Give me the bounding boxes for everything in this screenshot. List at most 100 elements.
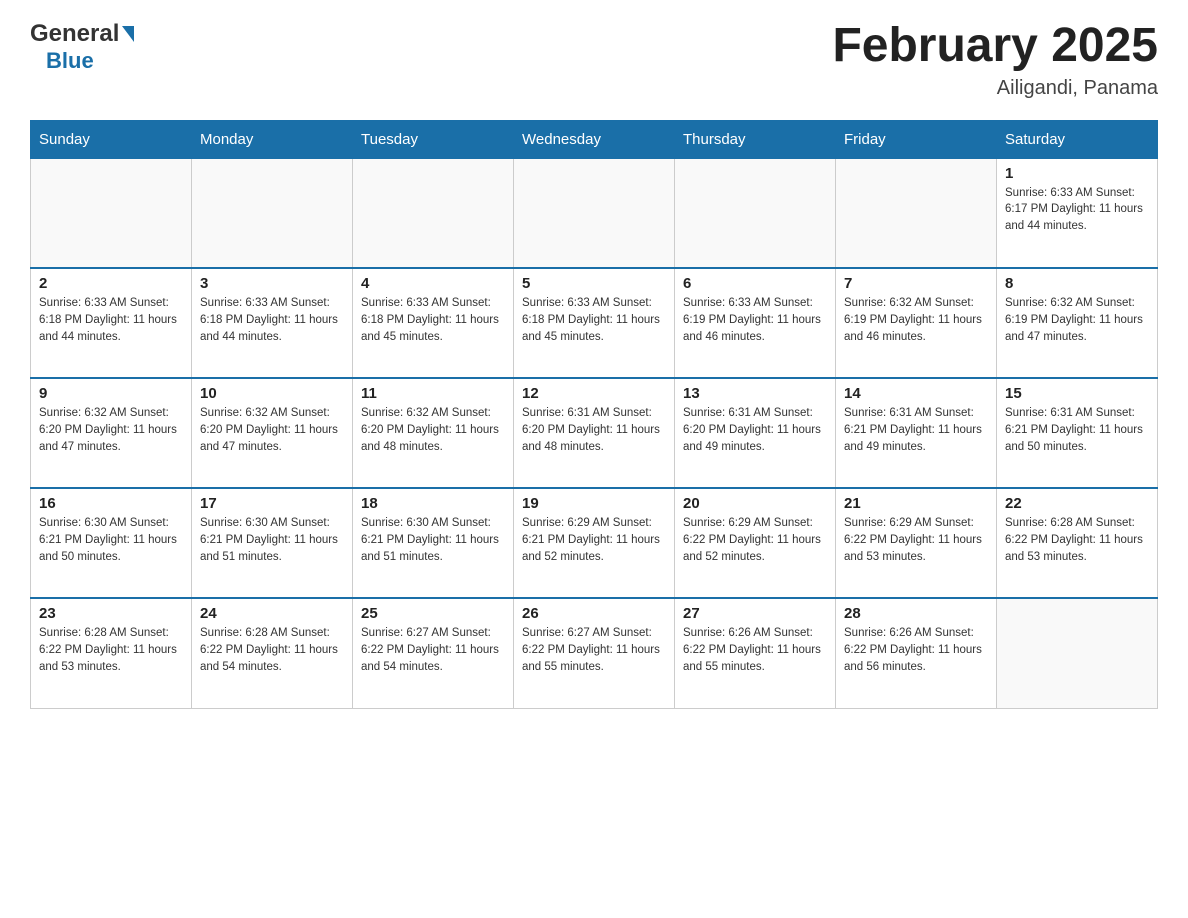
day-number: 2 bbox=[39, 275, 183, 292]
week-row-2: 2 Sunrise: 6:33 AM Sunset: 6:18 PM Daylig… bbox=[31, 268, 1158, 378]
days-of-week-row: SundayMondayTuesdayWednesdayThursdayFrid… bbox=[31, 120, 1158, 158]
calendar-cell: 21 Sunrise: 6:29 AM Sunset: 6:22 PM Dayli… bbox=[836, 488, 997, 598]
calendar-cell: 9 Sunrise: 6:32 AM Sunset: 6:20 PM Daylig… bbox=[31, 378, 192, 488]
calendar-cell: 4 Sunrise: 6:33 AM Sunset: 6:18 PM Daylig… bbox=[353, 268, 514, 378]
weekday-header-monday: Monday bbox=[192, 120, 353, 158]
day-info: Sunrise: 6:31 AM Sunset: 6:21 PM Dayligh… bbox=[1005, 405, 1149, 455]
day-number: 21 bbox=[844, 495, 988, 512]
day-number: 25 bbox=[361, 605, 505, 622]
calendar-cell: 20Sunrise: 6:29 AM Sunset: 6:22 PM Dayli… bbox=[675, 488, 836, 598]
day-number: 17 bbox=[200, 495, 344, 512]
day-info: Sunrise: 6:29 AM Sunset: 6:22 PM Dayligh… bbox=[844, 515, 988, 565]
day-info: Sunrise: 6:26 AM Sunset: 6:22 PM Dayligh… bbox=[844, 625, 988, 675]
week-row-3: 9 Sunrise: 6:32 AM Sunset: 6:20 PM Daylig… bbox=[31, 378, 1158, 488]
calendar-cell: 17 Sunrise: 6:30 AM Sunset: 6:21 PM Dayli… bbox=[192, 488, 353, 598]
day-info: Sunrise: 6:33 AM Sunset: 6:18 PM Dayligh… bbox=[361, 295, 505, 345]
calendar-cell: 8 Sunrise: 6:32 AM Sunset: 6:19 PM Daylig… bbox=[997, 268, 1158, 378]
day-number: 18 bbox=[361, 495, 505, 512]
calendar-subtitle: Ailigandi, Panama bbox=[832, 77, 1158, 100]
calendar-cell: 15 Sunrise: 6:31 AM Sunset: 6:21 PM Dayli… bbox=[997, 378, 1158, 488]
calendar-cell: 27 Sunrise: 6:26 AM Sunset: 6:22 PM Dayli… bbox=[675, 598, 836, 708]
day-info: Sunrise: 6:28 AM Sunset: 6:22 PM Dayligh… bbox=[1005, 515, 1149, 565]
calendar-cell: 28 Sunrise: 6:26 AM Sunset: 6:22 PM Dayli… bbox=[836, 598, 997, 708]
day-info: Sunrise: 6:27 AM Sunset: 6:22 PM Dayligh… bbox=[522, 625, 666, 675]
calendar-cell: 5 Sunrise: 6:33 AM Sunset: 6:18 PM Daylig… bbox=[514, 268, 675, 378]
week-row-1: 1 Sunrise: 6:33 AM Sunset: 6:17 PM Daylig… bbox=[31, 158, 1158, 268]
day-number: 19 bbox=[522, 495, 666, 512]
day-number: 23 bbox=[39, 605, 183, 622]
day-info: Sunrise: 6:32 AM Sunset: 6:20 PM Dayligh… bbox=[200, 405, 344, 455]
calendar-title: February 2025 bbox=[832, 20, 1158, 73]
day-info: Sunrise: 6:28 AM Sunset: 6:22 PM Dayligh… bbox=[39, 625, 183, 675]
day-number: 12 bbox=[522, 385, 666, 402]
day-number: 16 bbox=[39, 495, 183, 512]
day-number: 1 bbox=[1005, 165, 1149, 182]
calendar-cell: 13 Sunrise: 6:31 AM Sunset: 6:20 PM Dayli… bbox=[675, 378, 836, 488]
calendar-cell: 26 Sunrise: 6:27 AM Sunset: 6:22 PM Dayli… bbox=[514, 598, 675, 708]
day-info: Sunrise: 6:33 AM Sunset: 6:17 PM Dayligh… bbox=[1005, 185, 1149, 235]
day-number: 7 bbox=[844, 275, 988, 292]
day-info: Sunrise: 6:33 AM Sunset: 6:18 PM Dayligh… bbox=[39, 295, 183, 345]
day-number: 3 bbox=[200, 275, 344, 292]
day-info: Sunrise: 6:29 AM Sunset: 6:22 PM Dayligh… bbox=[683, 515, 827, 565]
day-info: Sunrise: 6:32 AM Sunset: 6:20 PM Dayligh… bbox=[39, 405, 183, 455]
day-info: Sunrise: 6:31 AM Sunset: 6:20 PM Dayligh… bbox=[683, 405, 827, 455]
day-number: 9 bbox=[39, 385, 183, 402]
logo: General Blue bbox=[30, 20, 134, 74]
weekday-header-wednesday: Wednesday bbox=[514, 120, 675, 158]
weekday-header-tuesday: Tuesday bbox=[353, 120, 514, 158]
calendar-cell bbox=[836, 158, 997, 268]
calendar-cell: 10 Sunrise: 6:32 AM Sunset: 6:20 PM Dayli… bbox=[192, 378, 353, 488]
calendar-cell: 22 Sunrise: 6:28 AM Sunset: 6:22 PM Dayli… bbox=[997, 488, 1158, 598]
day-number: 11 bbox=[361, 385, 505, 402]
day-number: 8 bbox=[1005, 275, 1149, 292]
calendar-cell bbox=[675, 158, 836, 268]
calendar-cell: 16 Sunrise: 6:30 AM Sunset: 6:21 PM Dayli… bbox=[31, 488, 192, 598]
calendar-table: SundayMondayTuesdayWednesdayThursdayFrid… bbox=[30, 120, 1158, 709]
day-number: 15 bbox=[1005, 385, 1149, 402]
day-info: Sunrise: 6:26 AM Sunset: 6:22 PM Dayligh… bbox=[683, 625, 827, 675]
calendar-cell: 1 Sunrise: 6:33 AM Sunset: 6:17 PM Daylig… bbox=[997, 158, 1158, 268]
day-info: Sunrise: 6:33 AM Sunset: 6:18 PM Dayligh… bbox=[200, 295, 344, 345]
calendar-cell: 25 Sunrise: 6:27 AM Sunset: 6:22 PM Dayli… bbox=[353, 598, 514, 708]
weekday-header-friday: Friday bbox=[836, 120, 997, 158]
day-info: Sunrise: 6:32 AM Sunset: 6:20 PM Dayligh… bbox=[361, 405, 505, 455]
day-info: Sunrise: 6:31 AM Sunset: 6:21 PM Dayligh… bbox=[844, 405, 988, 455]
day-info: Sunrise: 6:27 AM Sunset: 6:22 PM Dayligh… bbox=[361, 625, 505, 675]
calendar-cell: 11 Sunrise: 6:32 AM Sunset: 6:20 PM Dayli… bbox=[353, 378, 514, 488]
calendar-cell bbox=[353, 158, 514, 268]
calendar-cell: 24Sunrise: 6:28 AM Sunset: 6:22 PM Dayli… bbox=[192, 598, 353, 708]
weekday-header-thursday: Thursday bbox=[675, 120, 836, 158]
weekday-header-sunday: Sunday bbox=[31, 120, 192, 158]
logo-general-text: General bbox=[30, 20, 119, 48]
calendar-cell: 2 Sunrise: 6:33 AM Sunset: 6:18 PM Daylig… bbox=[31, 268, 192, 378]
calendar-cell: 6Sunrise: 6:33 AM Sunset: 6:19 PM Daylig… bbox=[675, 268, 836, 378]
day-info: Sunrise: 6:33 AM Sunset: 6:18 PM Dayligh… bbox=[522, 295, 666, 345]
week-row-4: 16 Sunrise: 6:30 AM Sunset: 6:21 PM Dayli… bbox=[31, 488, 1158, 598]
day-number: 6 bbox=[683, 275, 827, 292]
title-section: February 2025 Ailigandi, Panama bbox=[832, 20, 1158, 100]
calendar-cell: 3 Sunrise: 6:33 AM Sunset: 6:18 PM Daylig… bbox=[192, 268, 353, 378]
calendar-cell: 23 Sunrise: 6:28 AM Sunset: 6:22 PM Dayli… bbox=[31, 598, 192, 708]
logo-arrow-icon bbox=[122, 26, 134, 42]
weekday-header-saturday: Saturday bbox=[997, 120, 1158, 158]
calendar-cell bbox=[31, 158, 192, 268]
calendar-cell bbox=[514, 158, 675, 268]
day-number: 5 bbox=[522, 275, 666, 292]
calendar-cell: 19Sunrise: 6:29 AM Sunset: 6:21 PM Dayli… bbox=[514, 488, 675, 598]
day-number: 28 bbox=[844, 605, 988, 622]
day-number: 13 bbox=[683, 385, 827, 402]
day-info: Sunrise: 6:30 AM Sunset: 6:21 PM Dayligh… bbox=[200, 515, 344, 565]
calendar-cell: 18 Sunrise: 6:30 AM Sunset: 6:21 PM Dayli… bbox=[353, 488, 514, 598]
day-info: Sunrise: 6:31 AM Sunset: 6:20 PM Dayligh… bbox=[522, 405, 666, 455]
day-number: 10 bbox=[200, 385, 344, 402]
day-info: Sunrise: 6:32 AM Sunset: 6:19 PM Dayligh… bbox=[1005, 295, 1149, 345]
day-info: Sunrise: 6:30 AM Sunset: 6:21 PM Dayligh… bbox=[361, 515, 505, 565]
day-number: 4 bbox=[361, 275, 505, 292]
day-number: 27 bbox=[683, 605, 827, 622]
calendar-cell: 14Sunrise: 6:31 AM Sunset: 6:21 PM Dayli… bbox=[836, 378, 997, 488]
day-number: 22 bbox=[1005, 495, 1149, 512]
day-info: Sunrise: 6:30 AM Sunset: 6:21 PM Dayligh… bbox=[39, 515, 183, 565]
day-number: 26 bbox=[522, 605, 666, 622]
day-info: Sunrise: 6:28 AM Sunset: 6:22 PM Dayligh… bbox=[200, 625, 344, 675]
